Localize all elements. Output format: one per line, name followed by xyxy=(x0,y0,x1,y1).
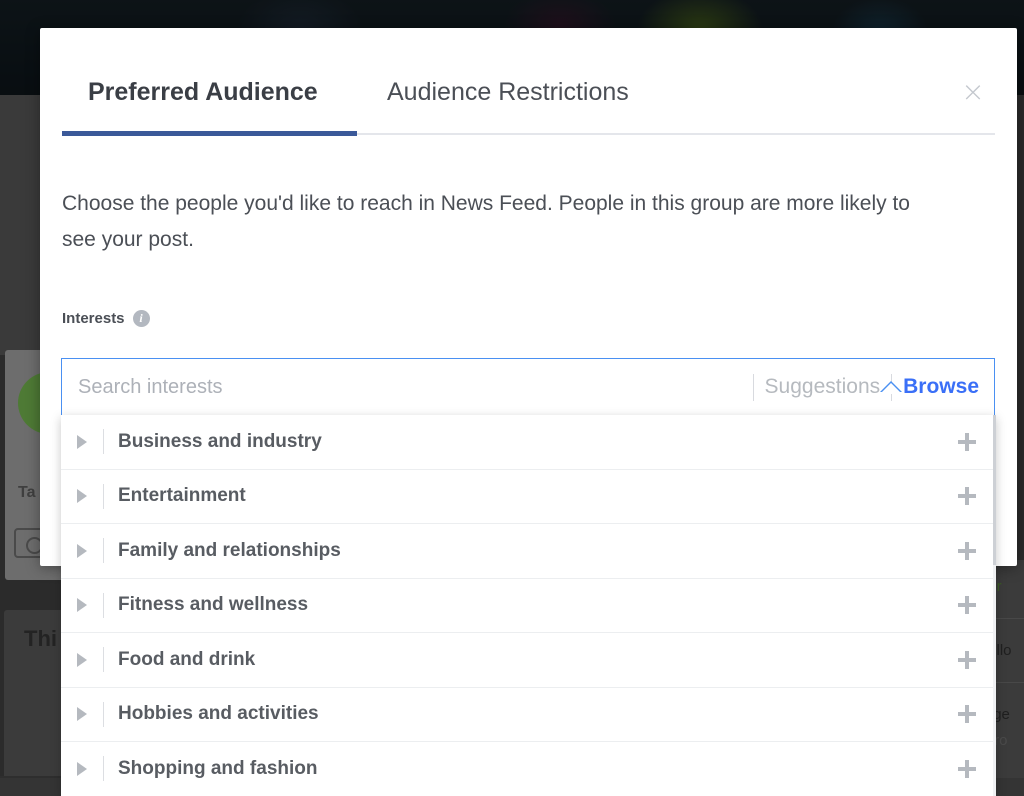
browse-category-label: Food and drink xyxy=(118,648,256,670)
row-divider xyxy=(103,701,104,727)
plus-icon[interactable] xyxy=(938,595,996,615)
caret-right-icon[interactable] xyxy=(61,761,103,776)
plus-icon[interactable] xyxy=(938,759,996,779)
caret-right-icon[interactable] xyxy=(61,434,103,449)
browse-category-row[interactable]: Hobbies and activities xyxy=(61,687,996,742)
caret-fill xyxy=(880,383,902,394)
caret-right-glyph xyxy=(77,598,87,613)
caret-right-glyph xyxy=(77,761,87,776)
plus-icon[interactable] xyxy=(938,432,996,452)
plus-glyph xyxy=(957,704,977,724)
browse-categories-dropdown[interactable]: Business and industry Entertainment Family… xyxy=(61,415,996,796)
plus-glyph xyxy=(957,595,977,615)
browse-link[interactable]: Browse xyxy=(903,375,979,399)
dropdown-scrollbar-track[interactable] xyxy=(993,415,996,796)
caret-right-icon[interactable] xyxy=(61,598,103,613)
background-tab-label: Ta xyxy=(18,484,36,501)
divider xyxy=(752,373,754,401)
row-divider xyxy=(103,647,104,673)
browse-category-label: Family and relationships xyxy=(118,539,341,561)
plus-glyph xyxy=(957,486,977,506)
caret-right-icon[interactable] xyxy=(61,707,103,722)
tab-preferred-audience[interactable]: Preferred Audience xyxy=(88,78,318,107)
plus-glyph xyxy=(957,432,977,452)
dialog-tabbar: Preferred Audience Audience Restrictions… xyxy=(40,28,1017,136)
row-divider xyxy=(103,429,104,455)
plus-icon[interactable] xyxy=(938,650,996,670)
browse-category-label: Shopping and fashion xyxy=(118,757,318,779)
browse-categories-list: Business and industry Entertainment Family… xyxy=(61,415,996,796)
caret-right-icon[interactable] xyxy=(61,652,103,667)
suggestions-link[interactable]: Suggestions xyxy=(765,375,881,399)
search-input[interactable] xyxy=(78,359,718,415)
row-divider xyxy=(103,592,104,618)
browse-category-row[interactable]: Entertainment xyxy=(61,469,996,524)
browse-category-row[interactable]: Food and drink xyxy=(61,633,996,688)
caret-right-glyph xyxy=(77,489,87,504)
interests-label: Interests xyxy=(62,310,125,327)
browse-category-label: Entertainment xyxy=(118,485,246,507)
caret-right-glyph xyxy=(77,543,87,558)
browse-dropdown-caret-icon xyxy=(880,381,902,394)
plus-glyph xyxy=(957,759,977,779)
caret-right-icon[interactable] xyxy=(61,543,103,558)
tab-audience-restrictions[interactable]: Audience Restrictions xyxy=(387,78,629,107)
row-divider xyxy=(103,756,104,782)
plus-glyph xyxy=(957,541,977,561)
plus-icon[interactable] xyxy=(938,541,996,561)
caret-right-icon[interactable] xyxy=(61,489,103,504)
caret-right-glyph xyxy=(77,707,87,722)
browse-category-label: Fitness and wellness xyxy=(118,594,309,616)
caret-right-glyph xyxy=(77,434,87,449)
row-divider xyxy=(103,538,104,564)
background-post-title: Thi xyxy=(24,626,57,651)
search-actions: Suggestions Browse xyxy=(742,359,979,415)
dropdown-scrollbar-thumb[interactable] xyxy=(993,415,996,565)
browse-category-row[interactable]: Shopping and fashion xyxy=(61,742,996,796)
close-icon[interactable]: × xyxy=(956,76,990,110)
plus-glyph xyxy=(957,650,977,670)
active-tab-indicator xyxy=(62,131,357,136)
row-divider xyxy=(103,483,104,509)
browse-category-label: Business and industry xyxy=(118,430,322,452)
interests-section-header: Interests i xyxy=(62,310,150,327)
browse-category-label: Hobbies and activities xyxy=(118,703,319,725)
plus-icon[interactable] xyxy=(938,704,996,724)
info-icon[interactable]: i xyxy=(132,310,150,327)
plus-icon[interactable] xyxy=(938,486,996,506)
browse-category-row[interactable]: Family and relationships xyxy=(61,524,996,579)
browse-category-row[interactable]: Business and industry xyxy=(61,415,996,470)
dialog-description: Choose the people you'd like to reach in… xyxy=(62,192,910,251)
browse-category-row[interactable]: Fitness and wellness xyxy=(61,578,996,633)
interests-search-container: Suggestions Browse xyxy=(61,358,995,416)
caret-right-glyph xyxy=(77,652,87,667)
